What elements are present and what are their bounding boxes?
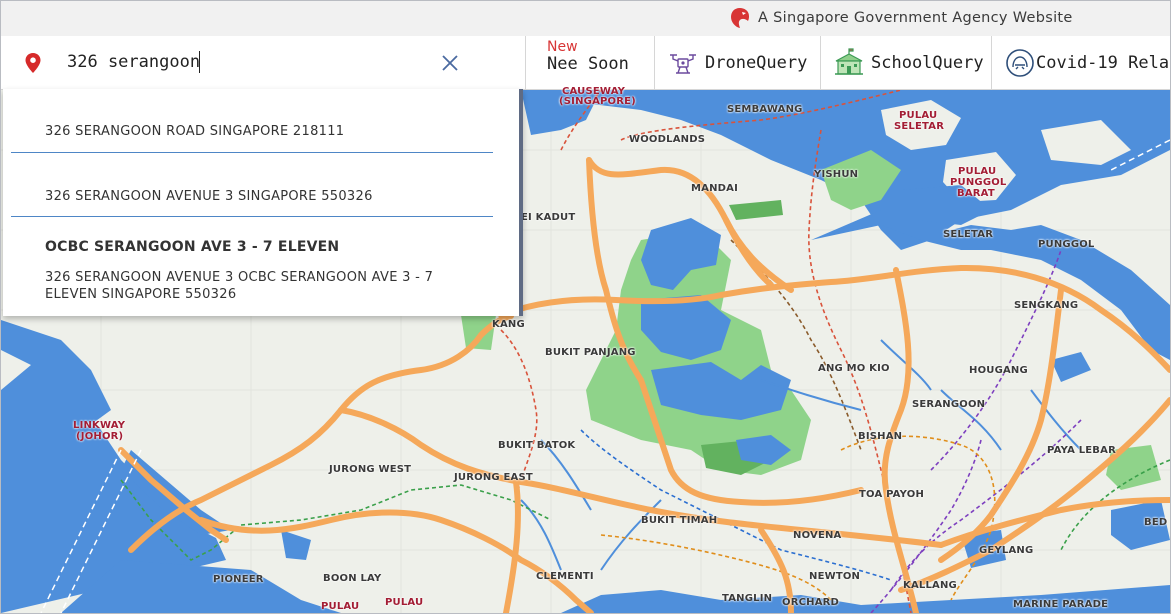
label-novena: NOVENA bbox=[793, 530, 842, 541]
label-pulau-b: PULAU bbox=[385, 597, 424, 608]
suggestion-address: 326 SERANGOON ROAD SINGAPORE 218111 bbox=[45, 124, 345, 139]
drone-icon bbox=[670, 54, 696, 74]
label-hougang: HOUGANG bbox=[969, 365, 1028, 376]
label-geylang: GEYLANG bbox=[979, 545, 1034, 556]
label-kallang: KALLANG bbox=[903, 580, 957, 591]
label-singapore: (SINGAPORE) bbox=[559, 96, 636, 107]
label-pulau-punggol-1: PULAU bbox=[958, 166, 997, 177]
label-orchard: ORCHARD bbox=[782, 597, 840, 608]
location-pin-icon bbox=[25, 53, 41, 73]
covid-icon bbox=[1006, 49, 1034, 77]
tab-school-query-label: SchoolQuery bbox=[871, 53, 984, 73]
label-pulau-punggol-3: BARAT bbox=[957, 188, 995, 199]
text-caret bbox=[199, 51, 200, 73]
suggestion-item[interactable]: 326 SERANGOON AVENUE 3 SINGAPORE 550326 bbox=[11, 154, 493, 217]
label-jurong-west: JURONG WEST bbox=[329, 464, 412, 475]
label-bishan: BISHAN bbox=[858, 431, 903, 442]
search-box[interactable] bbox=[1, 36, 526, 89]
label-tanglin: TANGLIN bbox=[722, 593, 773, 604]
lion-head-icon bbox=[731, 8, 750, 28]
tab-drone-query[interactable]: DroneQuery bbox=[655, 36, 821, 89]
label-marine-parade: MARINE PARADE bbox=[1013, 599, 1109, 610]
tab-nee-soon-label: Nee Soon bbox=[547, 54, 629, 74]
label-bed: BED bbox=[1144, 517, 1168, 528]
label-seletar: SELETAR bbox=[943, 229, 994, 240]
tab-drone-query-label: DroneQuery bbox=[705, 53, 808, 73]
label-pulau-seletar-2: SELETAR bbox=[894, 121, 945, 132]
label-bukit-batok: BUKIT BATOK bbox=[498, 440, 576, 451]
label-jurong-east: JURONG EAST bbox=[454, 472, 533, 483]
label-linkway-1: LINKWAY bbox=[73, 420, 126, 431]
close-icon[interactable] bbox=[440, 53, 460, 73]
school-icon bbox=[835, 48, 863, 75]
label-sembawang: SEMBAWANG bbox=[727, 104, 803, 115]
label-yishun: YISHUN bbox=[814, 169, 859, 180]
tab-school-query[interactable]: SchoolQuery bbox=[821, 36, 992, 89]
label-bukit-timah: BUKIT TIMAH bbox=[641, 515, 718, 526]
agency-banner: A Singapore Government Agency Website bbox=[1, 1, 1170, 37]
label-kadut: EI KADUT bbox=[521, 212, 576, 223]
nav-row: New Nee Soon DroneQuery SchoolQuery bbox=[1, 36, 1170, 90]
agency-text: A Singapore Government Agency Website bbox=[758, 10, 1073, 26]
label-newton: NEWTON bbox=[809, 571, 861, 582]
label-clementi: CLEMENTI bbox=[536, 571, 594, 582]
search-suggestions: 326 SERANGOON ROAD SINGAPORE 218111 326 … bbox=[3, 89, 523, 316]
suggestion-item[interactable]: OCBC SERANGOON AVE 3 - 7 ELEVEN 326 SERA… bbox=[11, 217, 493, 316]
suggestion-address: 326 SERANGOON AVENUE 3 SINGAPORE 550326 bbox=[45, 189, 373, 204]
suggestion-building: OCBC SERANGOON AVE 3 - 7 ELEVEN bbox=[45, 239, 340, 255]
label-pioneer: PIONEER bbox=[213, 574, 264, 585]
label-linkway-2: (JOHOR) bbox=[76, 431, 124, 442]
label-pulau-punggol-2: PUNGGOL bbox=[950, 177, 1007, 188]
label-kang: KANG bbox=[492, 319, 525, 330]
onemap-window: A Singapore Government Agency Website Ne… bbox=[0, 0, 1171, 614]
suggestion-address: 326 SERANGOON AVENUE 3 OCBC SERANGOON AV… bbox=[45, 270, 434, 302]
tab-covid-19[interactable]: Covid-19 Relat bbox=[992, 36, 1170, 89]
suggestion-item[interactable]: 326 SERANGOON ROAD SINGAPORE 218111 bbox=[11, 89, 493, 153]
new-badge: New bbox=[547, 39, 578, 55]
label-serangoon: SERANGOON bbox=[912, 399, 986, 410]
suggestion-divider bbox=[11, 152, 493, 153]
label-sengkang: SENGKANG bbox=[1014, 300, 1079, 311]
label-boon-lay: BOON LAY bbox=[323, 573, 382, 584]
label-paya-lebar: PAYA LEBAR bbox=[1047, 445, 1116, 456]
label-pulau-a: PULAU bbox=[321, 601, 360, 612]
tab-covid-19-label: Covid-19 Relat bbox=[1036, 53, 1171, 73]
label-mandai: MANDAI bbox=[691, 183, 739, 194]
label-punggol: PUNGGOL bbox=[1038, 239, 1095, 250]
label-toa-payoh: TOA PAYOH bbox=[859, 489, 925, 500]
label-ang-mo-kio: ANG MO KIO bbox=[818, 363, 890, 374]
label-bukit-panjang: BUKIT PANJANG bbox=[545, 347, 636, 358]
tab-nee-soon[interactable]: New Nee Soon bbox=[526, 36, 655, 89]
label-woodlands: WOODLANDS bbox=[629, 134, 706, 145]
search-input[interactable] bbox=[67, 48, 427, 76]
label-pulau-seletar-1: PULAU bbox=[899, 110, 938, 121]
